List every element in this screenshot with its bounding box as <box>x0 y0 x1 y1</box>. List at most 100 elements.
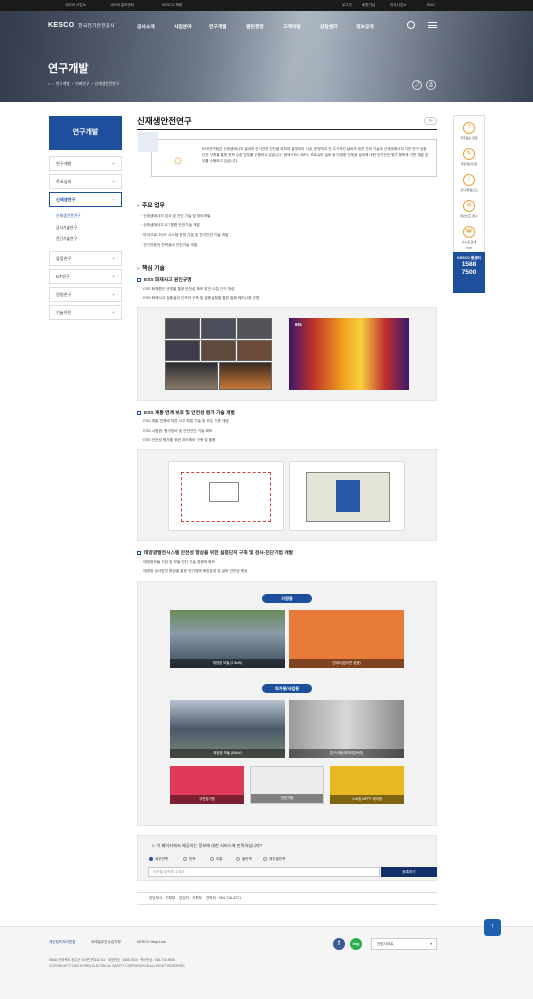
image-box: 가정용 태양광 모듈 (2.5kW) 인버터(접속반 겸용) 자가용/사업용 태… <box>137 581 437 826</box>
subsection-heading: 태양광발전시스템 안전성 향상을 위한 실증단지 구축 및 검사·진단기법 개발 <box>137 549 293 556</box>
sidebar-item[interactable]: 기술이전 + <box>49 305 122 320</box>
breadcrumb: ⌂ › 연구개발 › 미래연구 › 신재생안전연구 <box>48 82 120 86</box>
email-link[interactable]: 이메일무단수집거부 <box>91 940 121 945</box>
list-item: · ESS 시험편· 평가장비 및 안전진단 기술 확보 <box>141 429 213 433</box>
test-photo <box>201 340 236 361</box>
page-hero-title: 연구개발 <box>48 63 89 75</box>
quick-item[interactable]: ✎ 국민제안신청 <box>454 148 484 166</box>
chevron-down-icon: ▾ <box>430 942 432 946</box>
home-icon[interactable]: ⌂ <box>48 82 50 86</box>
sidebar-subitem[interactable]: 검사기술연구 <box>56 226 77 231</box>
intro-text: ESS연구팀은 신재생에너지 설비의 전기안전 진단을 위하여 설계부터 시공,… <box>202 147 429 163</box>
inverter-photo: 인버터(접속반 겸용) <box>289 610 404 668</box>
test-photo <box>165 362 218 390</box>
breadcrumb-item: 신재생안전연구 <box>94 82 120 86</box>
subsection-heading: ESS 계통 연계 보호 및 안전성 평가 기술 개발 <box>137 409 235 416</box>
radio-option[interactable]: 매우불만족 <box>263 857 286 862</box>
circuit-diagram <box>168 461 284 531</box>
list-item: · 태양광모듈 고장 및 모듈 진단 기술 경쟁력 확보 <box>141 560 215 564</box>
sidebar-title: 연구개발 <box>49 116 122 150</box>
subsection-heading: ESS 화재사고 원인규명 <box>137 276 192 283</box>
footer-copyright: COPYRIGHT © 2020 KOREA ELECTRICAL SAFETY… <box>49 964 186 968</box>
section-heading: › 핵심 기술 <box>137 266 165 272</box>
share-icon[interactable]: ⤴ <box>412 80 422 90</box>
footer: 개인정보처리방침 이메일무단수집거부 KESCO Help-Line 55365… <box>0 926 533 999</box>
sidebar-item[interactable]: 주요성과 + <box>49 174 122 189</box>
cyber-office-link[interactable]: 사이버 사업소 <box>65 3 86 8</box>
test-photo <box>165 340 200 361</box>
nav-item[interactable]: 연구개발 <box>209 23 227 30</box>
callcenter-badge: KESCO 콜센터 1588 7500 <box>453 252 485 293</box>
list-item: · 신재생에너지 ICT융합 안전기술 개발 <box>141 223 200 227</box>
offices-link[interactable]: 전국사업소 <box>390 3 407 8</box>
solar-photo: 태양광 모듈 (50kW) <box>170 700 285 758</box>
title-divider <box>137 129 437 130</box>
related-sites-select[interactable]: 관련사이트 ▾ <box>371 938 437 950</box>
blog-icon[interactable]: blog <box>350 938 362 950</box>
print-icon[interactable]: ⎙ <box>426 80 436 90</box>
menu-icon[interactable] <box>428 22 437 28</box>
nav-item[interactable]: 고객마당 <box>283 23 301 30</box>
opinion-input[interactable]: 의견을 입력해 주세요. <box>148 867 380 877</box>
sidebar-item[interactable]: IoT연구 + <box>49 269 122 284</box>
sidebar-item[interactable]: 융합연구 + <box>49 251 122 266</box>
sidebar-item-active[interactable]: 신재생연구 − <box>49 192 122 207</box>
signup-link[interactable]: 회원가입 <box>362 3 375 8</box>
inverter-photo: 스트링 MPPT 제어형 <box>330 766 404 804</box>
solar-photo: 태양광 모듈 (2.5kW) <box>170 610 285 668</box>
site-logo[interactable]: KESCO 한국전기안전공사 <box>48 22 115 29</box>
nav-item[interactable]: 공사소개 <box>137 23 155 30</box>
radio-option[interactable]: 만족 <box>183 857 196 862</box>
inverter-photo: 변압기형 <box>250 766 324 804</box>
top-link[interactable]: TOP <box>454 246 484 250</box>
nav-item[interactable]: 정보공개 <box>356 23 374 30</box>
radio-option[interactable]: 불만족 <box>236 857 252 862</box>
privacy-link[interactable]: 개인정보처리방침 <box>49 940 75 945</box>
faq-icon: ? <box>463 122 475 134</box>
survey-question: ☺ 이 페이지에서 제공하는 정보에 대한 서비스에 만족하십니까? <box>151 843 263 848</box>
quick-item[interactable]: ✉ 위반신고 접수 <box>454 200 484 218</box>
login-link[interactable]: 로그인 <box>342 3 352 8</box>
image-box: 691 <box>137 307 437 401</box>
section-heading: › 주요 업무 <box>137 203 165 209</box>
recruit-link[interactable]: KESCO 채용 <box>162 3 182 8</box>
thermal-image: 691 <box>289 318 409 390</box>
breadcrumb-item[interactable]: 미래연구 <box>75 82 89 86</box>
sidebar-subitem-active[interactable]: 신재생안전연구 <box>56 214 80 219</box>
violation-icon: ✉ <box>463 200 475 212</box>
font-size-button[interactable]: 가+ <box>424 117 437 125</box>
submit-button[interactable]: 등록하기 <box>381 867 437 877</box>
layout-diagram <box>289 461 405 531</box>
test-photo <box>237 318 272 339</box>
helpline-link[interactable]: KESCO Help-Line <box>137 940 166 944</box>
radio-option[interactable]: 매우만족 <box>149 857 168 862</box>
nav-item[interactable]: 사업분야 <box>174 23 192 30</box>
quick-item[interactable]: ₩ 수수료 안내 <box>454 226 484 244</box>
intro-box: ☼ ESS연구팀은 신재생에너지 설비의 전기안전 진단을 위하여 설계부터 시… <box>138 132 437 177</box>
page-title: 신재생안전연구 <box>137 116 192 126</box>
report-icon: ! <box>463 174 475 186</box>
scroll-top-button[interactable]: ↑ <box>484 919 501 936</box>
breadcrumb-item[interactable]: 연구개발 <box>56 82 70 86</box>
search-icon[interactable] <box>407 21 415 29</box>
quick-item[interactable]: ! 감사/청렴신고 <box>454 174 484 192</box>
pr-center-link[interactable]: 사이버 홍보센터 <box>110 3 134 8</box>
panel-photo: 접구사용(에어터접속반) <box>289 700 404 758</box>
list-item: · ESS 화재원인 규명을 통한 안전성 확보 방안 수립 근거 마련 <box>141 287 235 291</box>
nav-item[interactable]: 열린경영 <box>246 23 264 30</box>
list-item: · ESS 화재사고 검증설비 인프라 구축 및 검증실험을 통한 발화 메커니… <box>141 296 260 300</box>
list-item: · 전기자동차 전력설비 안전기술 개발 <box>141 243 198 247</box>
english-link[interactable]: ENG <box>427 3 435 7</box>
sidebar-item[interactable]: 정밀연구 + <box>49 287 122 302</box>
radio-option[interactable]: 보통 <box>210 857 223 862</box>
list-item: · 마이크로그리드 시스템 운영 기술 및 전기안전 기술 개발 <box>141 233 229 237</box>
facebook-icon[interactable]: f <box>333 938 345 950</box>
quick-item[interactable]: ? 자주묻는 질문 <box>454 122 484 140</box>
proposal-icon: ✎ <box>463 148 475 160</box>
image-box <box>137 449 437 541</box>
list-item: · ESS 안전성 평가를 위한 하드웨어 구축 및 활용 <box>141 438 216 442</box>
sidebar-item[interactable]: 연구개발 + <box>49 156 122 171</box>
fire-photo <box>219 362 272 390</box>
nav-item[interactable]: 상담센터 <box>320 23 338 30</box>
sidebar-subitem[interactable]: 진단기술연구 <box>56 237 77 242</box>
